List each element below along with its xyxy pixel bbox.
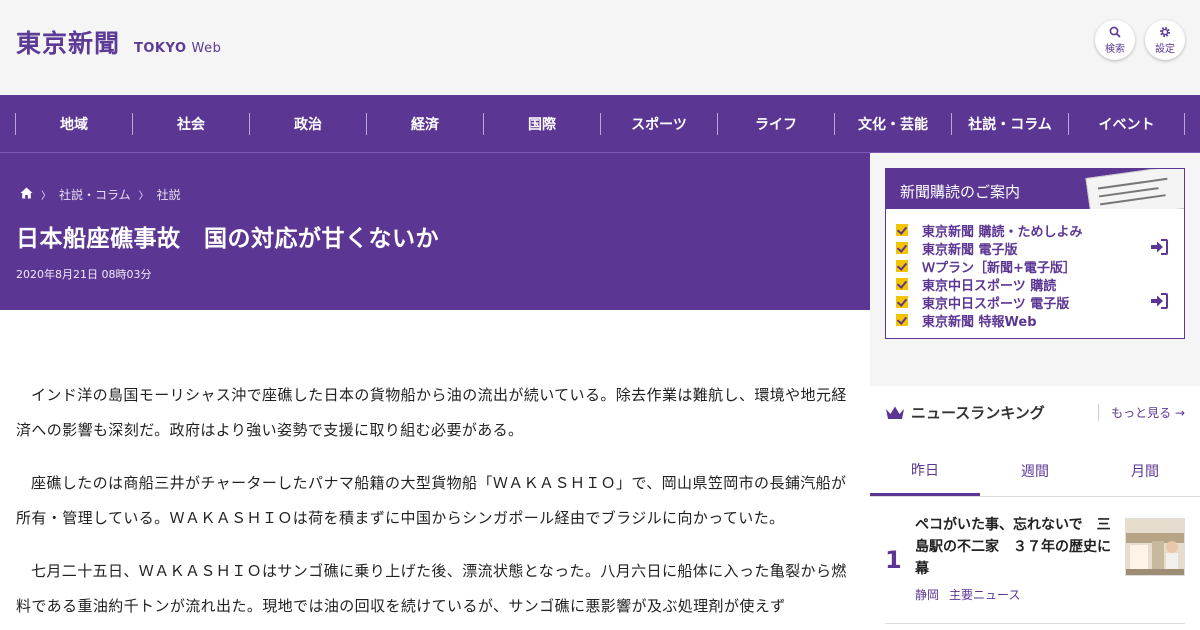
login-icon[interactable] bbox=[1150, 293, 1168, 309]
logo-text-en: TOKYO Web bbox=[134, 41, 222, 56]
nav-item-economy[interactable]: 経済 bbox=[366, 112, 483, 135]
subscription-item[interactable]: Ｗプラン［新聞+電子版］ bbox=[896, 257, 1184, 276]
article-body: インド洋の島国モーリシャス沖で座礁した日本の貨物船から油の流出が続いている。除去… bbox=[0, 310, 870, 630]
ranking-region[interactable]: 静岡 bbox=[915, 586, 939, 603]
site-header: 東京新聞 TOKYO Web 検索 設定 bbox=[0, 0, 1200, 95]
subscription-item[interactable]: 東京新聞 特報Web bbox=[896, 311, 1184, 330]
nav-item-events[interactable]: イベント bbox=[1068, 112, 1185, 135]
checkbox-icon bbox=[896, 242, 908, 254]
subscription-box: 新聞購読のご案内 東京新聞 購読・ためしよみ 東京新聞 電子版 Ｗプラン［新聞+… bbox=[885, 168, 1185, 339]
main-nav: 地域 社会 政治 経済 国際 スポーツ ライフ 文化・芸能 社説・コラム イベン… bbox=[0, 95, 1200, 153]
nav-item-society[interactable]: 社会 bbox=[132, 112, 249, 135]
logo-text-jp: 東京新聞 bbox=[16, 29, 121, 58]
search-label: 検索 bbox=[1105, 43, 1125, 55]
article-paragraph: 座礁したのは商船三井がチャーターしたパナマ船籍の大型貨物船「ＷＡＫＡＳＨＩＯ」で… bbox=[16, 474, 847, 527]
subscription-item[interactable]: 東京新聞 電子版 bbox=[896, 239, 1184, 258]
home-icon bbox=[20, 187, 33, 199]
news-ranking: ニュースランキング もっと見る → 昨日 週間 月間 1 ペコがいた事、忘れない… bbox=[870, 386, 1200, 630]
tab-monthly[interactable]: 月間 bbox=[1090, 446, 1200, 496]
ranking-category[interactable]: 主要ニュース bbox=[949, 586, 1020, 603]
nav-item-editorial[interactable]: 社説・コラム bbox=[951, 112, 1068, 135]
login-icon[interactable] bbox=[1150, 239, 1168, 255]
tab-weekly[interactable]: 週間 bbox=[980, 446, 1090, 496]
nav-item-politics[interactable]: 政治 bbox=[249, 112, 366, 135]
subscription-item[interactable]: 東京中日スポーツ 購読 bbox=[896, 275, 1184, 294]
settings-label: 設定 bbox=[1155, 43, 1175, 55]
checkbox-icon bbox=[896, 224, 908, 236]
article-header: 〉 社説・コラム 〉 社説 日本船座礁事故 国の対応が甘くないか 2020年8月… bbox=[0, 153, 870, 310]
ranking-meta: 静岡 主要ニュース bbox=[915, 586, 1020, 603]
subscription-list: 東京新聞 購読・ためしよみ 東京新聞 電子版 Ｗプラン［新聞+電子版］ 東京中日… bbox=[886, 209, 1184, 330]
crown-icon bbox=[886, 406, 904, 419]
sidebar: 新聞購読のご案内 東京新聞 購読・ためしよみ 東京新聞 電子版 Ｗプラン［新聞+… bbox=[870, 153, 1200, 630]
breadcrumb-editorial[interactable]: 社説・コラム bbox=[59, 186, 131, 203]
checkbox-icon bbox=[896, 260, 908, 272]
subscription-title: 新聞購読のご案内 bbox=[900, 183, 1021, 201]
ranking-thumbnail bbox=[1125, 518, 1185, 576]
subscription-item[interactable]: 東京新聞 購読・ためしよみ bbox=[896, 221, 1184, 240]
ranking-item[interactable]: 1 ペコがいた事、忘れないで 三島駅の不二家 ３７年の歴史に幕 静岡 主要ニュー… bbox=[885, 514, 1185, 624]
nav-item-life[interactable]: ライフ bbox=[717, 112, 834, 135]
nav-item-international[interactable]: 国際 bbox=[483, 112, 600, 135]
breadcrumb: 〉 社説・コラム 〉 社説 bbox=[20, 186, 181, 203]
article-date: 2020年8月21日 08時03分 bbox=[16, 268, 152, 281]
subscription-item[interactable]: 東京中日スポーツ 電子版 bbox=[896, 293, 1184, 312]
nav-item-culture[interactable]: 文化・芸能 bbox=[834, 112, 951, 135]
breadcrumb-chevron-icon: 〉 bbox=[41, 191, 51, 202]
article-title: 日本船座礁事故 国の対応が甘くないか bbox=[16, 226, 439, 252]
breadcrumb-home[interactable] bbox=[20, 187, 33, 202]
article-paragraph: 七月二十五日、ＷＡＫＡＳＨＩＯはサンゴ礁に乗り上げた後、漂流状態となった。八月六… bbox=[16, 562, 847, 615]
settings-button[interactable]: 設定 bbox=[1145, 20, 1185, 60]
ranking-title: ニュースランキング bbox=[911, 404, 1045, 422]
checkbox-icon bbox=[896, 314, 908, 326]
gear-icon bbox=[1160, 26, 1170, 37]
ranking-more-link[interactable]: もっと見る → bbox=[1098, 404, 1185, 421]
nav-item-sports[interactable]: スポーツ bbox=[600, 112, 717, 135]
checkbox-icon bbox=[896, 278, 908, 290]
ranking-header: ニュースランキング もっと見る → bbox=[885, 402, 1185, 423]
breadcrumb-editorial-sub[interactable]: 社説 bbox=[157, 186, 181, 203]
site-logo[interactable]: 東京新聞 TOKYO Web bbox=[16, 24, 221, 60]
ranking-tabs: 昨日 週間 月間 bbox=[870, 446, 1200, 497]
tab-yesterday[interactable]: 昨日 bbox=[870, 446, 980, 496]
ranking-headline: ペコがいた事、忘れないで 三島駅の不二家 ３７年の歴史に幕 bbox=[915, 517, 1111, 577]
search-icon bbox=[1109, 26, 1121, 38]
subscription-header: 新聞購読のご案内 bbox=[886, 169, 1184, 209]
nav-item-region[interactable]: 地域 bbox=[15, 112, 132, 135]
checkbox-icon bbox=[896, 296, 908, 308]
article-paragraph: インド洋の島国モーリシャス沖で座礁した日本の貨物船から油の流出が続いている。除去… bbox=[16, 386, 847, 439]
newspaper-image bbox=[1085, 169, 1184, 209]
arrow-right-icon: → bbox=[1174, 405, 1185, 420]
ranking-number: 1 bbox=[885, 546, 902, 574]
breadcrumb-chevron-icon: 〉 bbox=[138, 191, 149, 202]
search-button[interactable]: 検索 bbox=[1095, 20, 1135, 60]
